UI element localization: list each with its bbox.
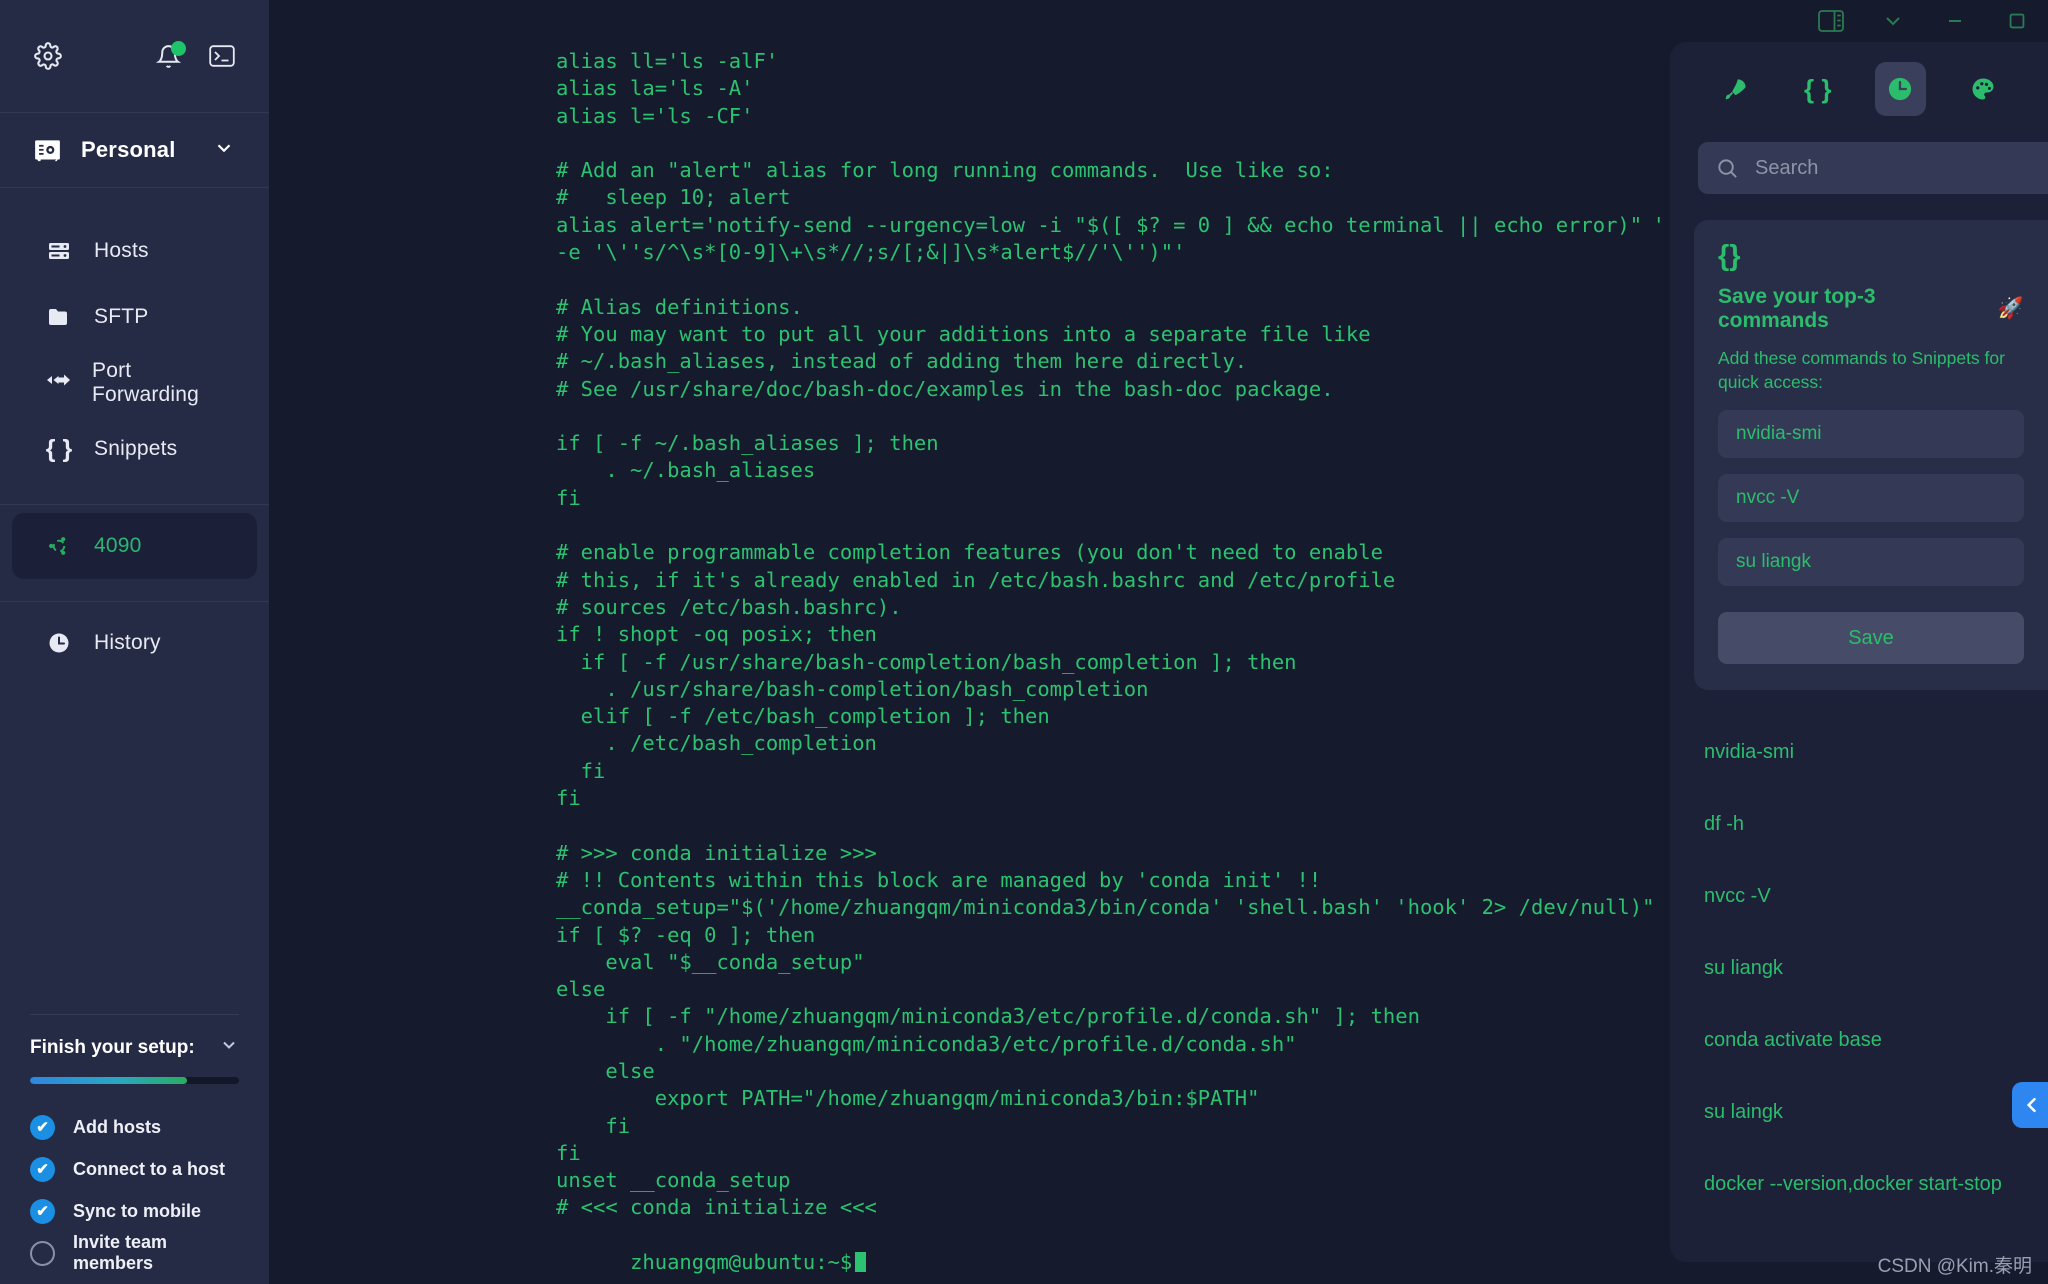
history-item[interactable]: nvcc -V <box>1704 860 2048 932</box>
setup-item-sync-mobile[interactable]: ✔ Sync to mobile <box>30 1190 239 1232</box>
sidebar-item-hosts[interactable]: Hosts <box>12 218 257 284</box>
tip-subtitle: Add these commands to Snippets for quick… <box>1718 348 2005 392</box>
setup-item-label: Sync to mobile <box>73 1200 202 1221</box>
command-input-2[interactable]: nvcc -V <box>1718 474 2024 523</box>
sidebar-item-port-forwarding[interactable]: Port Forwarding <box>12 350 257 416</box>
rocket-icon: 🚀 <box>1997 297 2024 320</box>
sidebar-item-label: History <box>94 631 161 654</box>
workspace-selector[interactable]: Personal <box>0 113 269 188</box>
tab-rocket[interactable] <box>1710 62 1761 116</box>
setup-header[interactable]: Finish your setup: <box>30 1035 239 1061</box>
app-window: Personal Hosts SFTP Port Forwarding {} … <box>0 0 2048 1284</box>
setup-item-label: Connect to a host <box>73 1158 225 1179</box>
empty-circle-icon <box>30 1240 55 1266</box>
workspace-label: Personal <box>81 137 176 162</box>
right-panel-body: { } Search {} Save your top-3 commands 🚀… <box>1670 42 2048 1262</box>
sidebar-divider <box>0 601 269 602</box>
setup-item-add-hosts[interactable]: ✔ Add hosts <box>30 1106 239 1148</box>
sidebar-item-label: Port Forwarding <box>92 359 200 406</box>
maximize-icon[interactable] <box>1986 0 2048 42</box>
collapse-panel-button[interactable] <box>2012 1082 2048 1128</box>
history-item[interactable]: df -h <box>1704 788 2048 860</box>
check-icon: ✔ <box>30 1156 55 1182</box>
sidebar-nav: Hosts SFTP Port Forwarding {} Snippets … <box>0 188 269 676</box>
minimize-icon[interactable] <box>1924 0 1986 42</box>
forward-icon <box>46 371 70 395</box>
setup-progress-bar <box>30 1077 239 1084</box>
setup-item-connect-host[interactable]: ✔ Connect to a host <box>30 1148 239 1190</box>
clock-icon <box>46 631 72 655</box>
sidebar-item-label: Snippets <box>94 437 178 460</box>
terminal-icon[interactable] <box>209 45 235 67</box>
history-item[interactable]: nvidia-smi <box>1704 716 2048 788</box>
folder-icon <box>46 305 72 329</box>
setup-item-label: Invite team members <box>73 1232 168 1273</box>
chevron-down-icon[interactable] <box>1862 0 1924 42</box>
right-panel-tabs: { } <box>1670 42 2048 116</box>
sidebar-item-label: 4090 <box>94 534 142 557</box>
sidebar-item-label: Hosts <box>94 239 149 262</box>
command-input-3[interactable]: su liangk <box>1718 538 2024 587</box>
tab-appearance[interactable] <box>1958 62 2009 116</box>
search-icon <box>1716 157 1739 180</box>
bell-icon[interactable] <box>156 40 186 69</box>
sidebar: Personal Hosts SFTP Port Forwarding {} … <box>0 0 269 1284</box>
setup-item-label: Add hosts <box>73 1116 161 1137</box>
history-item[interactable]: su liangk <box>1704 932 2048 1004</box>
chevron-down-icon[interactable] <box>213 137 235 164</box>
sidebar-item-label: SFTP <box>94 305 149 328</box>
search-placeholder: Search <box>1755 156 1819 179</box>
notification-dot <box>171 40 186 56</box>
gear-icon[interactable] <box>34 42 62 70</box>
braces-icon: { } <box>45 434 73 463</box>
tab-snippets[interactable]: { } <box>1793 62 1844 116</box>
sidebar-item-4090[interactable]: 4090 <box>12 513 257 579</box>
sidebar-item-history[interactable]: History <box>12 610 257 676</box>
history-item[interactable]: docker --version,docker start-stop <box>1704 1148 2048 1220</box>
history-item[interactable]: su laingk <box>1704 1076 2048 1148</box>
command-input-1[interactable]: nvidia-smi <box>1718 410 2024 459</box>
save-button[interactable]: Save <box>1718 612 2024 665</box>
terminal-prompt: zhuangqm@ubuntu:~$ <box>630 1250 853 1275</box>
setup-checklist: Finish your setup: ✔ Add hosts ✔ Connect… <box>30 1014 239 1274</box>
check-icon: ✔ <box>30 1114 55 1140</box>
history-list: nvidia-smi df -h nvcc -V su liangk conda act… <box>1670 716 2048 1220</box>
history-item[interactable]: conda activate base <box>1704 1004 2048 1076</box>
server-icon <box>46 239 72 263</box>
sidebar-toolbar <box>0 0 269 113</box>
ubuntu-icon <box>46 534 72 558</box>
window-titlebar <box>1348 0 2048 42</box>
chevron-down-icon[interactable] <box>219 1035 239 1061</box>
sidebar-item-sftp[interactable]: SFTP <box>12 284 257 350</box>
tip-card: {} Save your top-3 commands 🚀 Add these … <box>1694 220 2048 691</box>
tab-history[interactable] <box>1875 62 1926 116</box>
terminal-cursor <box>855 1252 867 1273</box>
sidebar-item-snippets[interactable]: { } Snippets <box>12 416 257 482</box>
toggle-panel-icon[interactable] <box>1800 0 1862 42</box>
watermark: CSDN @Kim.秦明 <box>1877 1256 2032 1277</box>
setup-item-invite-team[interactable]: Invite team members <box>30 1232 239 1274</box>
braces-icon: {} <box>1718 240 1741 272</box>
sidebar-divider <box>0 504 269 505</box>
vault-icon <box>34 137 61 164</box>
tip-title-text: Save your top-3 commands <box>1718 285 1876 332</box>
check-icon: ✔ <box>30 1198 55 1224</box>
search-box[interactable]: Search <box>1698 142 2048 194</box>
setup-title: Finish your setup: <box>30 1037 195 1058</box>
tip-title: Save your top-3 commands 🚀 <box>1718 285 2024 333</box>
right-panel: { } Search {} Save your top-3 commands 🚀… <box>1660 0 2048 1284</box>
